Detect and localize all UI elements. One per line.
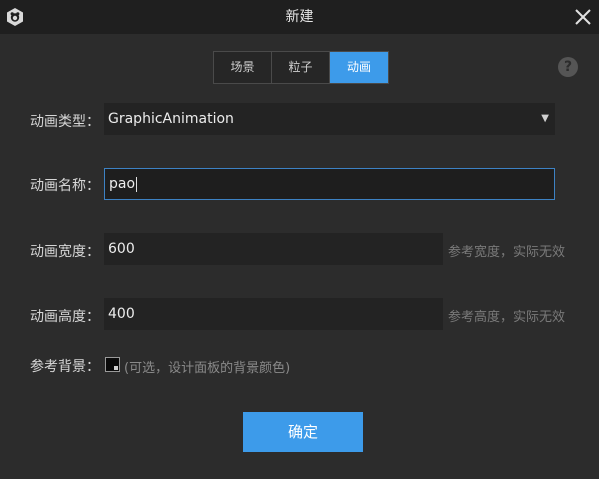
tab-particle[interactable]: 粒子: [272, 52, 330, 83]
animation-name-label: 动画名称：: [30, 178, 100, 194]
animation-name-value: pao: [109, 176, 136, 192]
width-hint: 参考宽度，实际无效: [448, 245, 566, 260]
animation-type-label: 动画类型：: [30, 114, 100, 130]
animation-type-select[interactable]: GraphicAnimation ▼: [104, 103, 555, 135]
help-icon[interactable]: ?: [558, 57, 578, 77]
swatch-corner-icon: [114, 366, 118, 370]
close-icon[interactable]: [573, 7, 593, 27]
animation-width-input[interactable]: 600: [104, 233, 443, 265]
text-caret: [136, 176, 138, 192]
background-hint: (可选，设计面板的背景颜色): [124, 361, 291, 376]
background-label: 参考背景：: [30, 359, 100, 375]
animation-width-label: 动画宽度：: [30, 244, 100, 260]
tab-scene[interactable]: 场景: [214, 52, 272, 83]
height-hint: 参考高度，实际无效: [448, 310, 566, 325]
dialog-title: 新建: [285, 9, 314, 25]
animation-type-value: GraphicAnimation: [108, 111, 234, 127]
type-tabs: 场景 粒子 动画: [213, 51, 389, 84]
animation-height-input[interactable]: 400: [104, 298, 443, 330]
dropdown-arrow-icon: ▼: [541, 113, 549, 124]
title-bar: 新建: [0, 0, 599, 34]
animation-width-value: 600: [108, 241, 135, 257]
tab-animation[interactable]: 动画: [330, 52, 388, 83]
ok-button[interactable]: 确定: [243, 412, 363, 452]
background-color-swatch[interactable]: [105, 357, 120, 372]
animation-name-input[interactable]: pao: [104, 168, 555, 200]
animation-height-label: 动画高度：: [30, 309, 100, 325]
animation-height-value: 400: [108, 306, 135, 322]
